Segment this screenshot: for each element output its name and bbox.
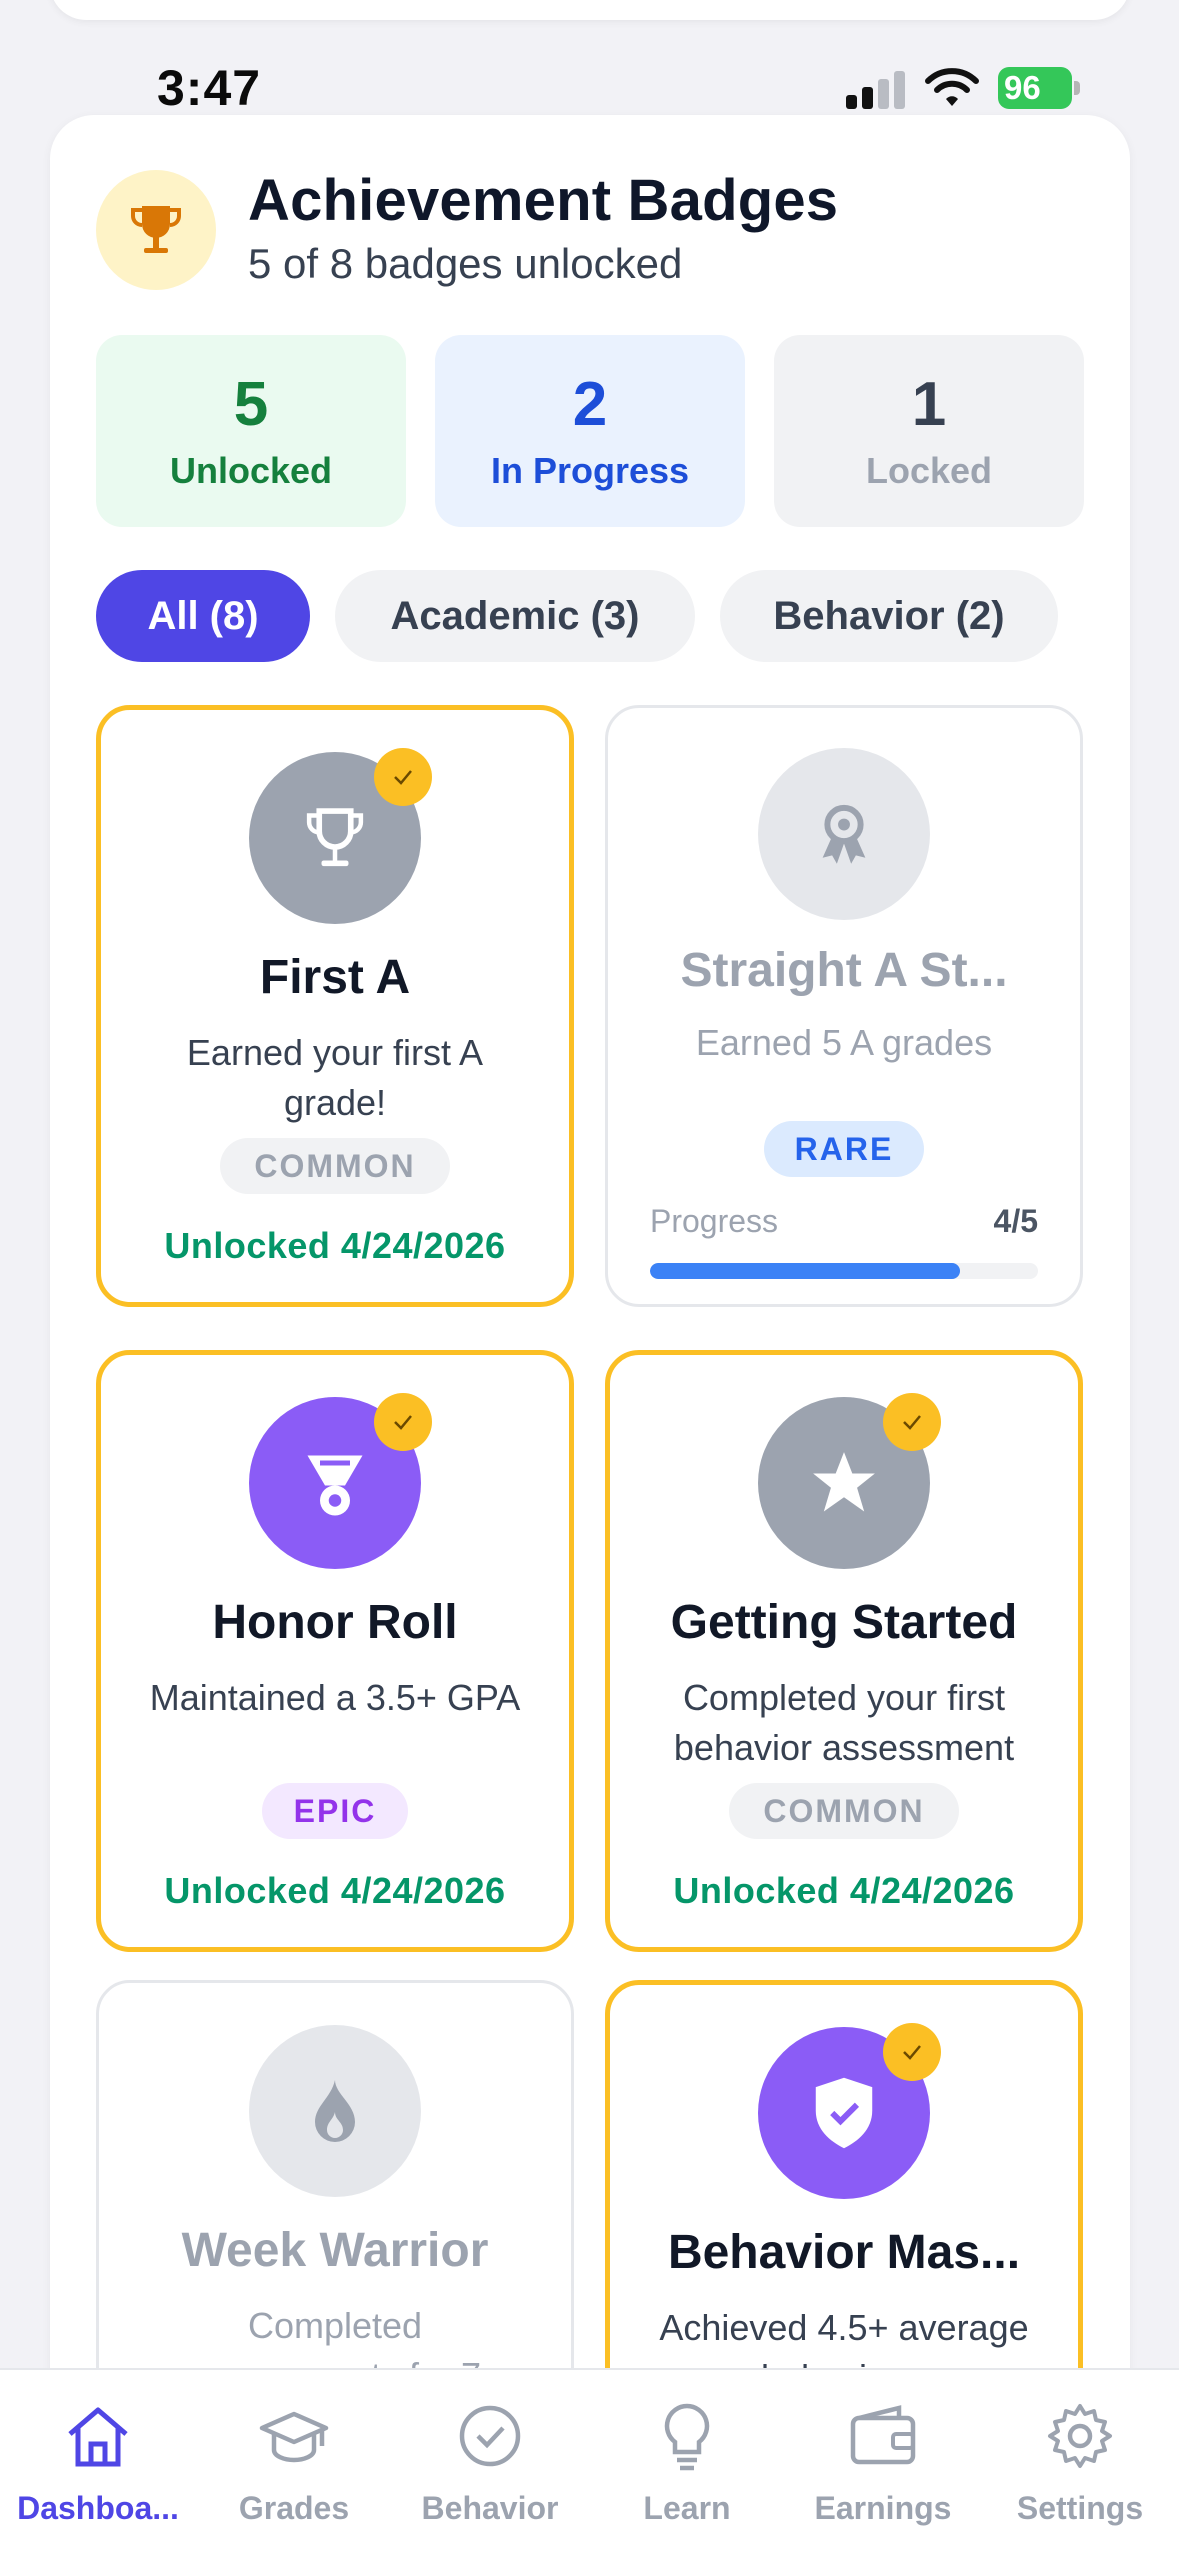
stat-in-progress: 2 In Progress <box>435 335 745 527</box>
tab-label: Behavior <box>421 2490 559 2526</box>
status-time: 3:47 <box>157 60 262 116</box>
tab-label: Grades <box>238 2490 350 2526</box>
tab-earnings[interactable]: Earnings <box>785 2370 981 2556</box>
unlocked-date: Unlocked 4/24/2026 <box>164 1870 506 1911</box>
stat-unlocked-value: 5 <box>233 370 269 439</box>
previous-card-edge <box>50 0 1130 20</box>
home-icon <box>68 2407 128 2467</box>
battery-level: 96 <box>998 67 1072 109</box>
ribbon-award-icon <box>758 748 930 920</box>
badge-description: Maintained a 3.5+ GPA <box>149 1677 521 1718</box>
badge-card-first-a[interactable]: First A Earned your first A grade! COMMO… <box>96 705 574 1307</box>
tab-label: Dashboa... <box>17 2490 179 2526</box>
badge-description: Earned 5 A grades <box>695 1022 993 1063</box>
stat-locked-value: 1 <box>911 370 947 439</box>
badge-card-honor-roll[interactable]: Honor Roll Maintained a 3.5+ GPA EPIC Un… <box>96 1350 574 1952</box>
checkmark-icon <box>883 2023 941 2081</box>
tab-grades[interactable]: Grades <box>196 2370 392 2556</box>
stat-in-progress-label: In Progress <box>490 450 690 491</box>
badge-description: Earned your first A grade! <box>186 1032 484 1123</box>
badge-name: Week Warrior <box>181 2224 489 2277</box>
progress-count: 4/5 <box>993 1203 1038 1239</box>
tab-dashboard[interactable]: Dashboa... <box>0 2370 196 2556</box>
cellular-signal-icon <box>846 69 908 109</box>
trophy-header-icon <box>96 170 216 290</box>
tab-settings[interactable]: Settings <box>982 2370 1178 2556</box>
stat-locked: 1 Locked <box>774 335 1084 527</box>
checkmark-icon <box>374 748 432 806</box>
checkmark-icon <box>374 1393 432 1451</box>
battery-icon: 96 <box>998 67 1080 109</box>
badge-card-straight-a[interactable]: Straight A St... Earned 5 A grades RARE … <box>605 705 1083 1307</box>
stat-unlocked-label: Unlocked <box>169 450 333 491</box>
progress-label: Progress <box>650 1203 779 1239</box>
tab-behavior[interactable]: Behavior <box>392 2370 588 2556</box>
tab-label: Learn <box>643 2490 731 2526</box>
wallet-icon <box>850 2405 916 2465</box>
badge-name: First A <box>259 951 411 1004</box>
unlocked-date: Unlocked 4/24/2026 <box>673 1870 1015 1911</box>
progress-fill <box>650 1263 961 1279</box>
filter-chip-all[interactable]: All (8) <box>96 570 310 662</box>
bottom-tab-bar: Dashboa... Grades Behavior Learn Earning… <box>0 2368 1179 2556</box>
stat-locked-label: Locked <box>865 450 993 491</box>
badge-card-getting-started[interactable]: Getting Started Completed your first beh… <box>605 1350 1083 1952</box>
stat-unlocked: 5 Unlocked <box>96 335 406 527</box>
wifi-icon <box>925 68 979 106</box>
badge-name: Getting Started <box>670 1596 1018 1649</box>
badge-description: Completed your first behavior assessment <box>673 1677 1015 1768</box>
check-circle-icon <box>459 2405 521 2467</box>
progress-bar <box>650 1263 1038 1279</box>
tab-learn[interactable]: Learn <box>589 2370 785 2556</box>
achievements-card: Achievement Badges 5 of 8 badges unlocke… <box>50 115 1130 2556</box>
badge-name: Behavior Mas... <box>667 2226 1021 2279</box>
rarity-tag: RARE <box>764 1121 924 1177</box>
rarity-tag: COMMON <box>729 1783 959 1839</box>
tab-label: Settings <box>1016 2490 1144 2526</box>
checkmark-icon <box>883 1393 941 1451</box>
rarity-tag: EPIC <box>262 1783 408 1839</box>
rarity-tag: COMMON <box>220 1138 450 1194</box>
page-subtitle: 5 of 8 badges unlocked <box>248 240 683 287</box>
filter-chip-academic[interactable]: Academic (3) <box>335 570 695 662</box>
filter-chip-behavior[interactable]: Behavior (2) <box>720 570 1058 662</box>
gear-icon <box>1048 2404 1112 2468</box>
lightbulb-icon <box>664 2403 710 2471</box>
badge-name: Straight A St... <box>680 944 1008 997</box>
stat-in-progress-value: 2 <box>572 370 608 439</box>
progress-row: Progress 4/5 <box>650 1203 1038 1243</box>
flame-icon <box>249 2025 421 2197</box>
badge-name: Honor Roll <box>212 1596 458 1649</box>
tab-label: Earnings <box>814 2490 952 2526</box>
unlocked-date: Unlocked 4/24/2026 <box>164 1225 506 1266</box>
graduation-cap-icon <box>259 2411 329 2463</box>
page-title: Achievement Badges <box>248 168 839 233</box>
